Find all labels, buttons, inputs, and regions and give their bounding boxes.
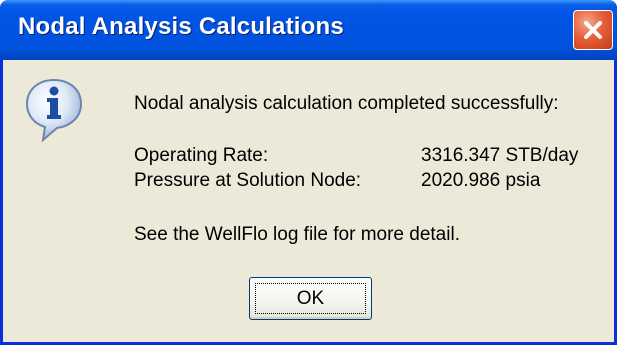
pressure-value: 2020.986 psia bbox=[421, 170, 541, 191]
info-icon bbox=[25, 78, 83, 142]
dialog-title: Nodal Analysis Calculations bbox=[18, 13, 344, 40]
close-button[interactable] bbox=[573, 10, 613, 50]
ok-button-label: OK bbox=[296, 288, 325, 309]
title-bar[interactable]: Nodal Analysis Calculations bbox=[0, 0, 617, 60]
operating-rate-label: Operating Rate: bbox=[134, 145, 269, 166]
close-icon bbox=[584, 21, 602, 39]
operating-rate-value: 3316.347 STB/day bbox=[421, 145, 579, 166]
log-note: See the WellFlo log file for more detail… bbox=[134, 224, 460, 245]
ok-button[interactable]: OK bbox=[249, 277, 372, 320]
pressure-label: Pressure at Solution Node: bbox=[134, 170, 362, 191]
message-text: Nodal analysis calculation completed suc… bbox=[134, 93, 559, 114]
dialog-window: Nodal Analysis Calculations Nodal analys… bbox=[0, 0, 617, 345]
